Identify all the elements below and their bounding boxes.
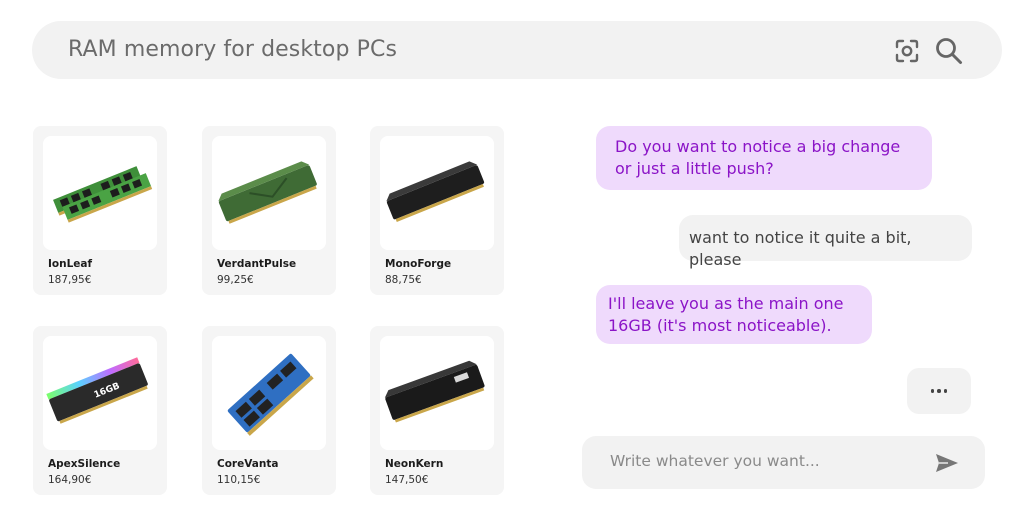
send-icon[interactable] [934, 452, 960, 474]
assistant-message: Do you want to notice a big change or ju… [596, 126, 932, 190]
search-bar[interactable]: RAM memory for desktop PCs [32, 21, 1002, 79]
typing-indicator [907, 368, 971, 414]
product-card[interactable]: VerdantPulse 99,25€ [202, 126, 336, 295]
product-price: 187,95€ [48, 274, 92, 286]
camera-lens-icon[interactable] [894, 38, 920, 64]
product-image-blue-sodimm-ram [212, 336, 326, 450]
product-name: VerdantPulse [217, 258, 297, 270]
typing-dot [943, 389, 948, 393]
product-card[interactable]: MonoForge 88,75€ [370, 126, 504, 295]
product-price: 164,90€ [48, 474, 92, 486]
product-name: ApexSilence [48, 458, 121, 470]
product-image-rgb-16gb-ram: 16GB [43, 336, 157, 450]
product-price: 110,15€ [217, 474, 261, 486]
product-image-black-heatsink-ram [380, 136, 494, 250]
user-message: want to notice it quite a bit, please [679, 215, 972, 269]
product-image-green-heatsink-ram [212, 136, 326, 250]
product-card[interactable]: CoreVanta 110,15€ [202, 326, 336, 495]
product-price: 88,75€ [385, 274, 422, 286]
product-name: IonLeaf [48, 258, 93, 270]
product-name: MonoForge [385, 258, 452, 270]
typing-dot [930, 389, 935, 393]
product-card[interactable]: NeonKern 147,50€ [370, 326, 504, 495]
message-composer[interactable]: Write whatever you want... [582, 436, 985, 489]
product-name: NeonKern [385, 458, 444, 470]
product-image-black-16gb-ram [380, 336, 494, 450]
search-icon[interactable] [934, 36, 964, 66]
product-price: 99,25€ [217, 274, 254, 286]
product-price: 147,50€ [385, 474, 429, 486]
search-input[interactable]: RAM memory for desktop PCs [68, 37, 397, 62]
assistant-message: I'll leave you as the main one 16GB (it'… [596, 285, 872, 344]
product-name: CoreVanta [217, 458, 279, 470]
message-input[interactable]: Write whatever you want... [610, 452, 820, 470]
product-card[interactable]: 16GB ApexSilence 164,90€ [33, 326, 167, 495]
product-card[interactable]: IonLeaf 187,95€ [33, 126, 167, 295]
typing-dot [937, 389, 941, 393]
product-image-green-dual-ram [43, 136, 157, 250]
